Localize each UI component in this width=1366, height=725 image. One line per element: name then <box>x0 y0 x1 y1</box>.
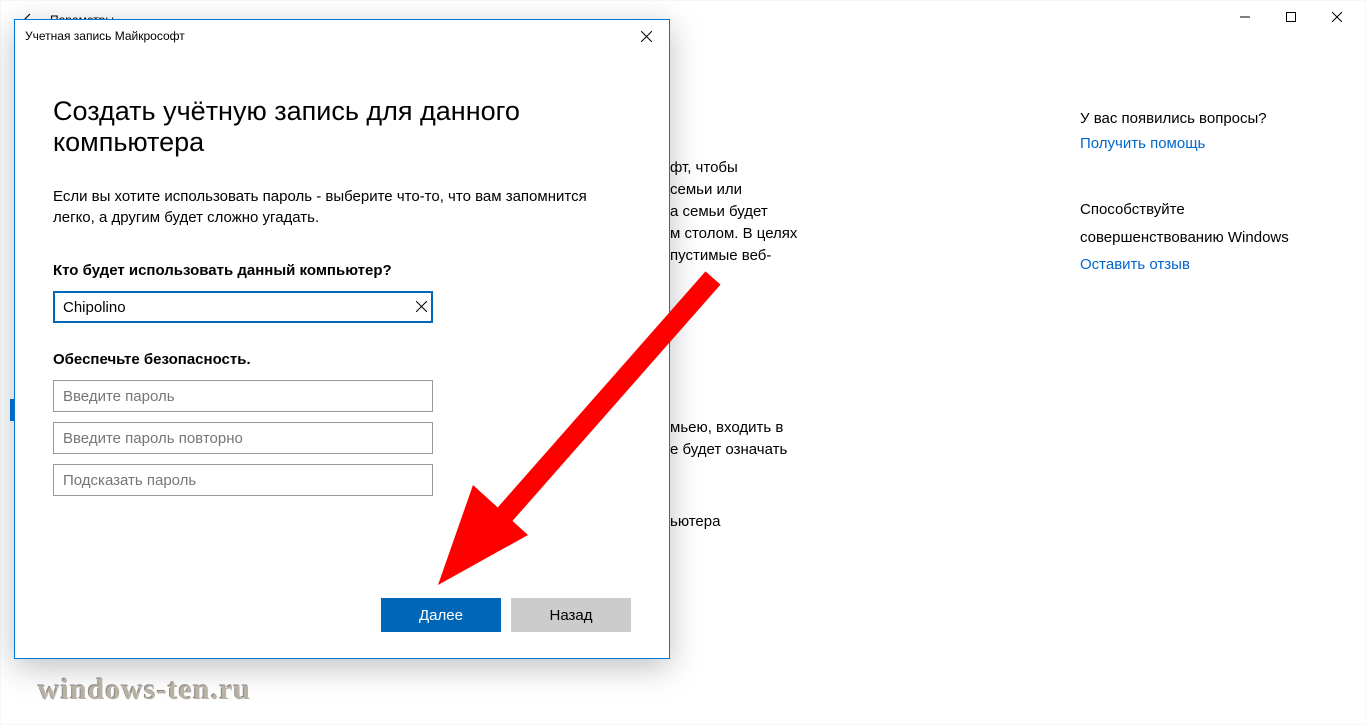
dialog-body: Создать учётную запись для данного компь… <box>15 52 669 598</box>
next-button[interactable]: Далее <box>381 598 501 632</box>
bg-paragraph-1: фт, чтобы семьи или а семьи будет м стол… <box>670 157 870 267</box>
password-hint-input[interactable] <box>53 464 433 496</box>
close-button[interactable] <box>1314 2 1360 32</box>
dialog-titlebar: Учетная запись Майкрософт <box>15 20 669 52</box>
username-field-wrap <box>53 291 433 323</box>
improve-label-1: Способствуйте <box>1080 200 1320 220</box>
clear-icon[interactable] <box>416 299 427 315</box>
create-account-dialog: Учетная запись Майкрософт Создать учётну… <box>14 19 670 659</box>
password-input[interactable] <box>53 380 433 412</box>
watermark: windows-ten.ru <box>38 673 251 707</box>
improve-label-2: совершенствованию Windows <box>1080 228 1320 248</box>
maximize-button[interactable] <box>1268 2 1314 32</box>
security-label: Обеспечьте безопасность. <box>53 351 631 368</box>
dialog-close-button[interactable] <box>624 21 669 51</box>
bg-paragraph-3: ьютера <box>670 511 870 533</box>
bg-paragraph-2: мьею, входить в е будет означать <box>670 417 870 461</box>
dialog-heading: Создать учётную запись для данного компь… <box>53 96 631 158</box>
back-button[interactable]: Назад <box>511 598 631 632</box>
password-confirm-input[interactable] <box>53 422 433 454</box>
window-controls <box>1222 2 1360 32</box>
minimize-button[interactable] <box>1222 2 1268 32</box>
questions-label: У вас появились вопросы? <box>1080 110 1320 127</box>
password-group <box>53 380 631 496</box>
get-help-link[interactable]: Получить помощь <box>1080 135 1320 152</box>
dialog-title: Учетная запись Майкрософт <box>25 29 185 43</box>
right-sidebar: У вас появились вопросы? Получить помощь… <box>1080 110 1320 273</box>
dialog-footer: Далее Назад <box>15 598 669 658</box>
username-label: Кто будет использовать данный компьютер? <box>53 262 631 279</box>
username-input[interactable] <box>53 291 433 323</box>
bg-body-text: фт, чтобы семьи или а семьи будет м стол… <box>670 157 870 533</box>
feedback-link[interactable]: Оставить отзыв <box>1080 256 1320 273</box>
dialog-description: Если вы хотите использовать пароль - выб… <box>53 186 613 228</box>
